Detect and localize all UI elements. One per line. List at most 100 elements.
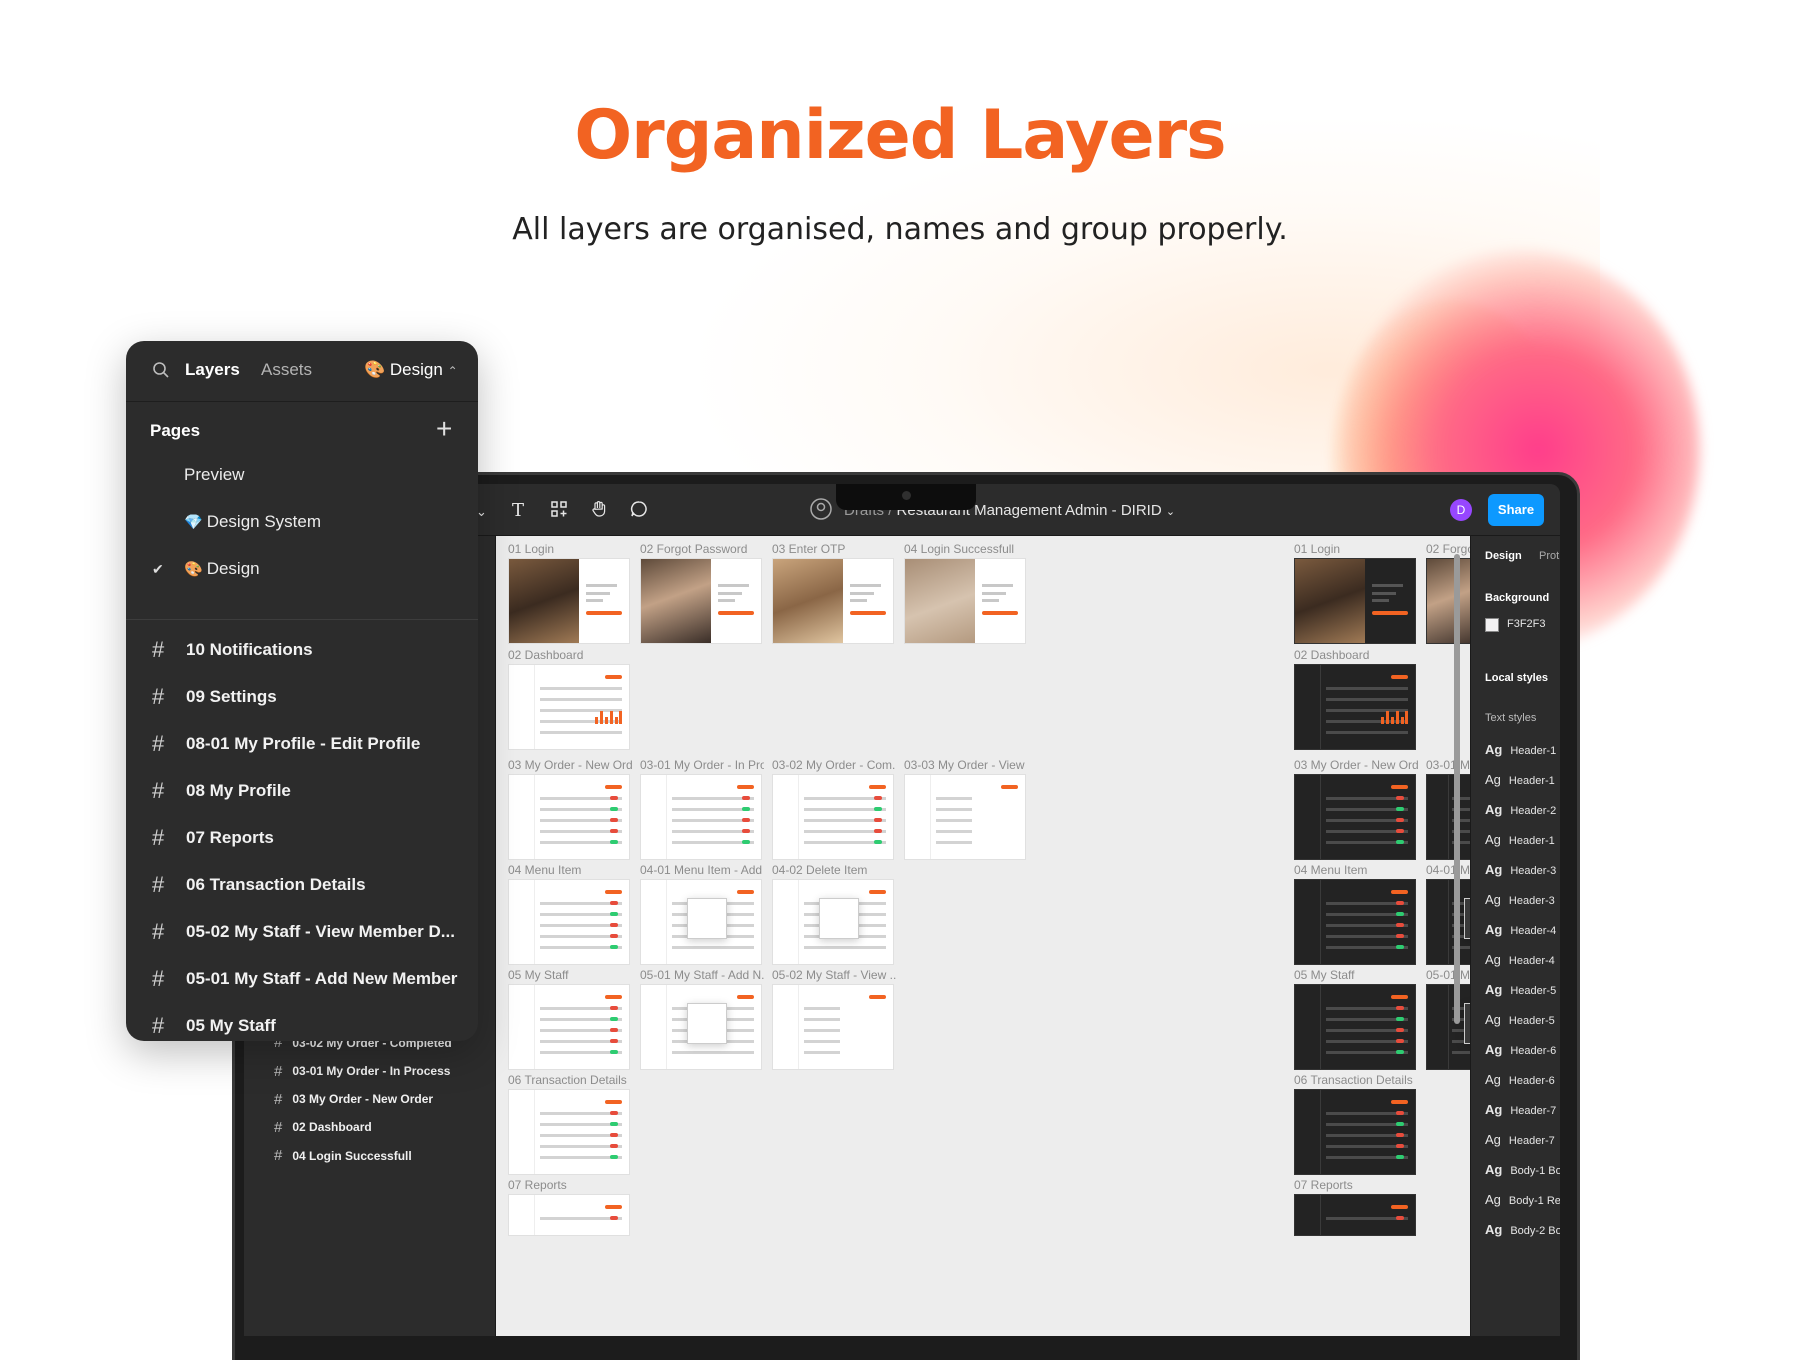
text-style-label: Header-3 [1508,895,1555,907]
frame-layer-item[interactable]: #06 Transaction Details [152,872,366,898]
frame-name-label[interactable]: 06 Transaction Details [508,1073,632,1087]
frame-name-label[interactable]: 01 Login [1294,542,1418,556]
hand-tool-icon[interactable] [590,500,608,523]
share-button[interactable]: Share [1488,494,1544,526]
frame-name-label[interactable]: 04-02 Delete Item [772,863,896,877]
frame-thumbnail[interactable] [1294,1194,1416,1236]
frame-name-label[interactable]: 03 My Order - New Order [508,758,632,772]
tab-prototype[interactable]: Prot [1539,550,1559,562]
frame-name-label[interactable]: 03 Enter OTP [772,542,896,556]
layer-item[interactable]: #03-01 My Order - In Process [274,1059,450,1083]
frame-thumbnail[interactable] [1294,774,1416,860]
components-icon[interactable] [550,500,568,523]
frame-thumbnail[interactable] [640,558,762,644]
frame-thumbnail[interactable] [904,774,1026,860]
frame-name-label[interactable]: 06 Transaction Details [1294,1073,1418,1087]
text-style-item[interactable]: Ag Header-7 [1485,1102,1556,1117]
frame-name-label[interactable]: 03-03 My Order - View ... [904,758,1028,772]
frame-thumbnail[interactable] [508,774,630,860]
frame-name-label[interactable]: 05-02 My Staff - View ... [772,968,896,982]
avatar[interactable]: D [1450,499,1472,521]
background-color-swatch[interactable] [1485,618,1499,632]
text-style-item[interactable]: Ag Header-3 [1485,892,1555,907]
frame-layer-item[interactable]: #10 Notifications [152,637,313,663]
frame-layer-item[interactable]: #07 Reports [152,825,274,851]
frame-layer-item[interactable]: #08 My Profile [152,778,291,804]
add-page-icon[interactable]: + [436,413,452,445]
frame-thumbnail[interactable] [772,558,894,644]
frame-thumbnail[interactable] [772,774,894,860]
text-style-item[interactable]: Ag Header-1 [1485,832,1555,847]
frame-name-label[interactable]: 03 My Order - New Order [1294,758,1418,772]
frame-thumbnail[interactable] [508,879,630,965]
layer-item[interactable]: #03 My Order - New Order [274,1087,433,1111]
text-style-item[interactable]: Ag Header-7 [1485,1132,1555,1147]
text-style-item[interactable]: Ag Header-4 [1485,922,1556,937]
file-menu-chevron-icon[interactable]: ⌄ [1166,506,1175,518]
frame-name-label[interactable]: 03-01 My Order - In Pro... [640,758,764,772]
frame-thumbnail[interactable] [640,879,762,965]
text-style-item[interactable]: Ag Body-2 Bo [1485,1222,1560,1237]
text-style-item[interactable]: Ag Header-5 [1485,982,1556,997]
background-hex-value[interactable]: F3F2F3 [1507,618,1546,630]
frame-name-label[interactable]: 02 Dashboard [1294,648,1418,662]
frame-layer-item[interactable]: #09 Settings [152,684,277,710]
page-item[interactable]: 💎 Design System [184,512,321,532]
canvas-scrollbar[interactable] [1454,554,1460,1024]
frame-thumbnail[interactable] [508,1194,630,1236]
frame-name-label[interactable]: 05 My Staff [508,968,632,982]
frame-name-label[interactable]: 01 Login [508,542,632,556]
text-style-item[interactable]: Ag Header-6 [1485,1042,1556,1057]
layer-item[interactable]: #04 Login Successfull [274,1144,412,1168]
page-item[interactable]: Preview [184,465,244,485]
frame-thumbnail[interactable] [508,984,630,1070]
frame-name-label[interactable]: 04 Menu Item [1294,863,1418,877]
tab-design[interactable]: Design [1485,550,1522,562]
frame-thumbnail[interactable] [772,879,894,965]
frame-thumbnail[interactable] [508,664,630,750]
text-style-item[interactable]: Ag Header-4 [1485,952,1555,967]
frame-layer-item[interactable]: #05-02 My Staff - View Member D... [152,919,455,945]
frame-name-label[interactable]: 05 My Staff [1294,968,1418,982]
frame-thumbnail[interactable] [1294,879,1416,965]
frame-thumbnail[interactable] [772,984,894,1070]
frame-table-row [540,698,622,701]
search-icon[interactable] [152,361,170,384]
frame-thumbnail[interactable] [508,558,630,644]
frame-thumbnail[interactable] [640,774,762,860]
frame-name-label[interactable]: 02 Dashboard [508,648,632,662]
text-style-item[interactable]: Ag Body-1 Bo [1485,1162,1560,1177]
frame-thumbnail[interactable] [508,1089,630,1175]
text-tool-icon[interactable]: T [512,500,524,521]
frame-layer-item[interactable]: #05 My Staff [152,1013,276,1039]
frame-name-label[interactable]: 04 Menu Item [508,863,632,877]
frame-name-label[interactable]: 05-01 My Staff - Add N... [640,968,764,982]
text-style-item[interactable]: Ag Body-1 Re [1485,1192,1560,1207]
frame-thumbnail[interactable] [1294,1089,1416,1175]
frame-layer-item[interactable]: #05-01 My Staff - Add New Member [152,966,457,992]
frame-layer-item[interactable]: #08-01 My Profile - Edit Profile [152,731,420,757]
text-style-item[interactable]: Ag Header-1 [1485,742,1556,757]
frame-name-label[interactable]: 03-02 My Order - Com... [772,758,896,772]
text-style-item[interactable]: Ag Header-5 [1485,1012,1555,1027]
frame-thumbnail[interactable] [904,558,1026,644]
text-style-item[interactable]: Ag Header-1 [1485,772,1555,787]
frame-name-label[interactable]: 04 Login Successfull [904,542,1028,556]
frame-thumbnail[interactable] [1294,984,1416,1070]
tab-assets[interactable]: Assets [261,360,312,380]
frame-name-label[interactable]: 04-01 Menu Item - Add ... [640,863,764,877]
frame-thumbnail[interactable] [640,984,762,1070]
text-style-item[interactable]: Ag Header-6 [1485,1072,1555,1087]
frame-name-label[interactable]: 02 Forgot Password [640,542,764,556]
text-style-item[interactable]: Ag Header-2 [1485,802,1556,817]
frame-thumbnail[interactable] [1294,664,1416,750]
frame-name-label[interactable]: 07 Reports [1294,1178,1418,1192]
comment-icon[interactable] [630,500,648,523]
layer-item[interactable]: #02 Dashboard [274,1115,372,1139]
page-item[interactable]: ✔ 🎨 Design [152,559,260,579]
frame-name-label[interactable]: 07 Reports [508,1178,632,1192]
text-style-item[interactable]: Ag Header-3 [1485,862,1556,877]
tab-layers[interactable]: Layers [185,360,240,380]
page-selector[interactable]: 🎨 Design ⌃ [364,360,458,380]
frame-thumbnail[interactable] [1294,558,1416,644]
